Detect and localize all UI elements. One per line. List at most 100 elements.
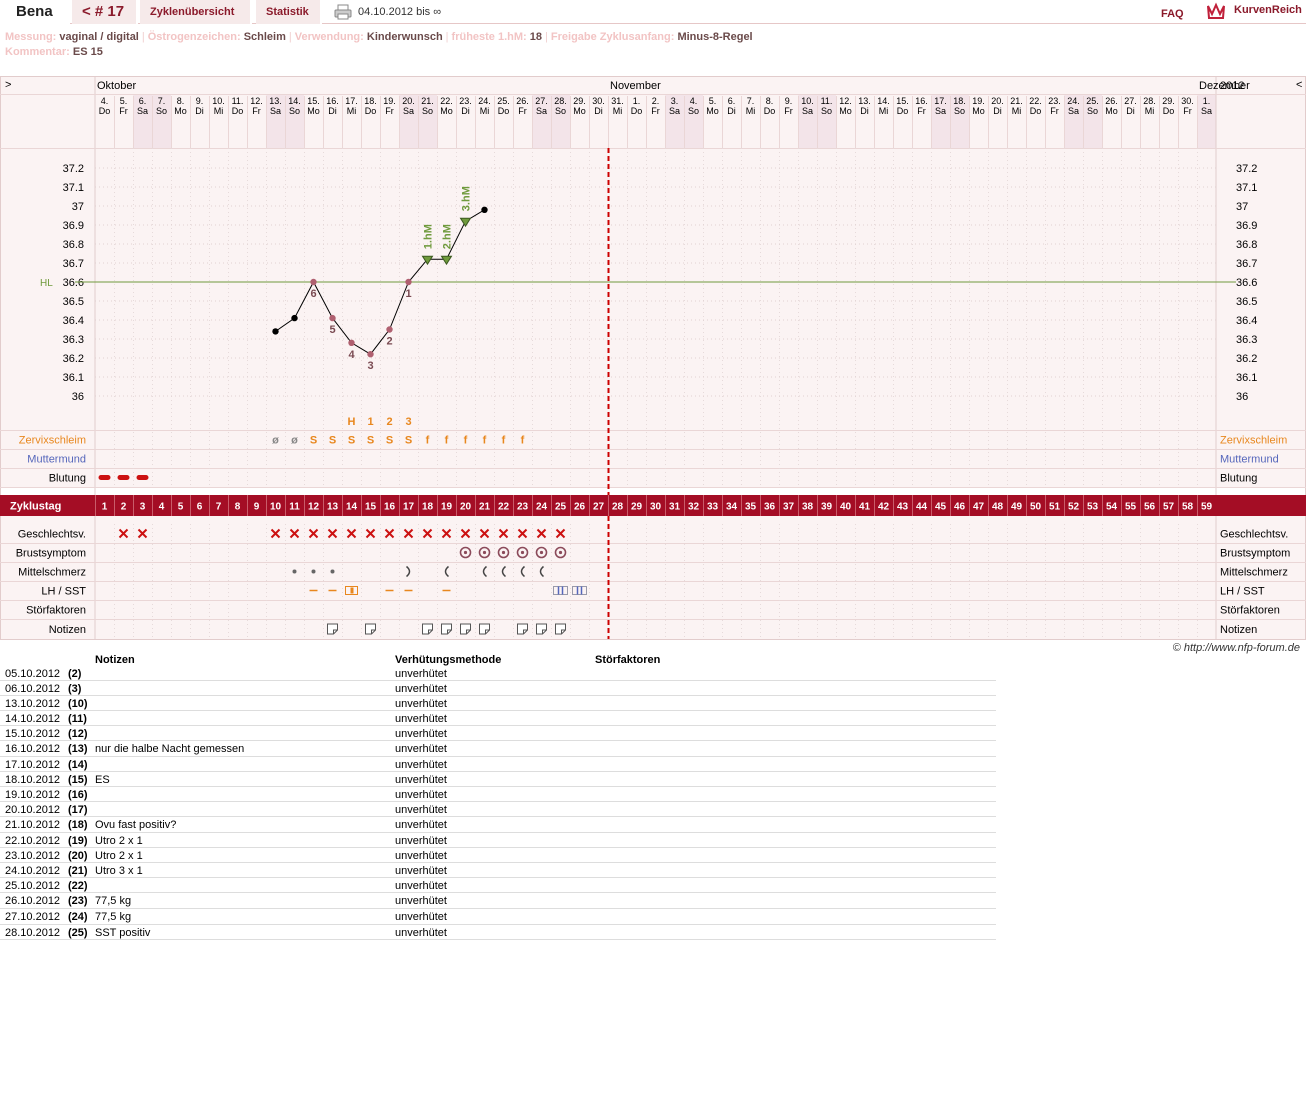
day-date-label: 31. [611, 96, 624, 106]
cycle-number-tab[interactable]: < # 17 [72, 0, 138, 24]
point-label: 2 [386, 336, 392, 348]
day-date-label: 22. [1029, 96, 1042, 106]
note-text: SST positiv [95, 927, 151, 939]
note-cycle-day: (17) [68, 804, 88, 816]
day-date-label: 29. [573, 96, 586, 106]
day-date-label: 24. [478, 96, 491, 106]
table-row: 05.10.2012 (2) unverhütet [0, 666, 996, 681]
note-date: 19.10.2012 [5, 789, 61, 801]
hl-label: HL [40, 278, 53, 289]
cycleday-number: 36 [764, 502, 776, 513]
cervix-value: S [329, 435, 336, 447]
day-weekday-label: Mi [1012, 106, 1022, 116]
row-label-left-disturb: Störfaktoren [26, 605, 86, 617]
y-tick-left: 37.2 [63, 163, 84, 175]
day-weekday-label: So [688, 106, 699, 116]
cycleday-number: 31 [669, 502, 681, 513]
row-label-left-lh: LH / SST [41, 586, 86, 598]
y-tick-right: 36.4 [1236, 315, 1257, 327]
cycle-overview-tab[interactable]: Zyklenübersicht [140, 0, 252, 24]
y-tick-left: 36.1 [63, 372, 84, 384]
note-date: 21.10.2012 [5, 819, 61, 831]
day-weekday-label: Di [594, 106, 603, 116]
table-row: 15.10.2012 (12) unverhütet [0, 726, 996, 741]
day-weekday-label: Sa [802, 106, 813, 116]
day-date-label: 17. [345, 96, 358, 106]
day-weekday-label: Do [498, 106, 510, 116]
note-method: unverhütet [395, 789, 447, 801]
temp-point [291, 314, 298, 322]
note-method: unverhütet [395, 668, 447, 680]
temp-point [348, 339, 355, 346]
day-date-label: 1. [1203, 96, 1211, 106]
day-date-label: 16. [915, 96, 928, 106]
row-label-right-notes: Notizen [1220, 624, 1257, 636]
date-range: 04.10.2012 bis ∞ [358, 6, 442, 18]
peak-label: H [348, 416, 356, 428]
day-date-label: 9. [785, 96, 793, 106]
notes-header: Notizen [95, 654, 135, 666]
day-weekday-label: Do [897, 106, 909, 116]
day-weekday-label: Sa [1068, 106, 1079, 116]
table-row: 26.10.2012 (23) 77,5 kg unverhütet [0, 893, 996, 909]
row-label-right-cervix_pos: Muttermund [1220, 454, 1279, 466]
peak-label: 1 [367, 416, 373, 428]
month-label: Oktober [97, 80, 136, 92]
meta-label-usage: Verwendung: [294, 31, 364, 43]
day-weekday-label: Do [232, 106, 244, 116]
day-date-label: 21. [1010, 96, 1023, 106]
row-label-left-breast: Brustsymptom [16, 548, 86, 560]
temp-point [272, 328, 279, 335]
day-date-label: 23. [1048, 96, 1061, 106]
note-method: unverhütet [395, 683, 447, 695]
notes-table: Notizen Verhütungsmethode Störfaktoren 0… [0, 652, 996, 940]
day-weekday-label: Mo [839, 106, 852, 116]
logo-text[interactable]: KurvenReich [1234, 4, 1302, 16]
cycleday-number: 58 [1182, 502, 1194, 513]
day-weekday-label: Fr [784, 106, 793, 116]
day-weekday-label: Do [764, 106, 776, 116]
day-weekday-label: Di [860, 106, 869, 116]
cervix-value: ø [272, 435, 279, 447]
top-navigation: Bena < # 17 Zyklenübersicht Statistik 04… [0, 0, 1306, 24]
nav-next-arrow[interactable]: < [1296, 79, 1302, 91]
day-weekday-label: So [555, 106, 566, 116]
faq-link[interactable]: FAQ [1161, 8, 1184, 20]
note-cycle-day: (14) [68, 759, 88, 771]
cycleday-number: 5 [178, 502, 184, 513]
day-date-label: 11. [232, 96, 244, 106]
user-name-tab[interactable]: Bena [0, 0, 70, 24]
day-date-label: 5. [709, 96, 717, 106]
note-cycle-day: (20) [68, 850, 88, 862]
cycleday-number: 41 [859, 502, 871, 513]
cycle-chart: > <Oktober November Dezember20124.Do5.Fr6.S… [0, 76, 1306, 640]
cycleday-number: 51 [1049, 502, 1061, 513]
hm-label: 3.hM [461, 186, 473, 211]
day-date-label: 12. [250, 96, 263, 106]
day-weekday-label: Mo [440, 106, 453, 116]
chart-gap [0, 487, 1306, 495]
note-text: Utro 3 x 1 [95, 865, 143, 877]
temp-point [405, 278, 412, 286]
table-row: 14.10.2012 (11) unverhütet [0, 711, 996, 726]
credit-link[interactable]: © http://www.nfp-forum.de [1173, 642, 1300, 654]
note-method: unverhütet [395, 865, 447, 877]
cervix-value: S [386, 435, 393, 447]
day-date-label: 15. [307, 96, 320, 106]
day-date-label: 19. [383, 96, 396, 106]
note-date: 16.10.2012 [5, 743, 61, 755]
hm-label: 2.hM [442, 224, 454, 249]
cycleday-number: 15 [365, 502, 377, 513]
cycleday-number: 37 [783, 502, 795, 513]
crown-logo-icon[interactable] [1206, 2, 1226, 20]
cycle-meta-info: Messung: vaginal / digital | Östrogenzeich… [5, 30, 753, 60]
day-weekday-label: So [1087, 106, 1098, 116]
day-weekday-label: Sa [536, 106, 547, 116]
cycleday-number: 48 [992, 502, 1004, 513]
nav-prev-arrow[interactable]: > [5, 79, 11, 91]
statistics-tab[interactable]: Statistik [256, 0, 322, 24]
printer-icon[interactable] [334, 4, 352, 20]
breast-symptom-dot [558, 550, 563, 555]
cycleday-number: 59 [1201, 502, 1213, 513]
note-method: unverhütet [395, 895, 447, 907]
